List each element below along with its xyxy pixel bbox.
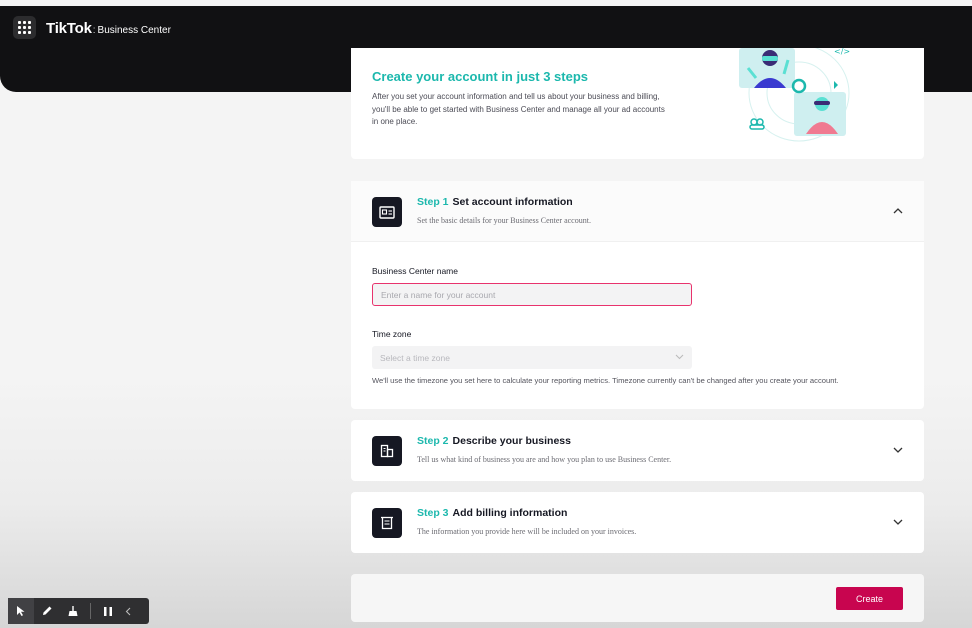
hero-description: After you set your account information a… xyxy=(372,92,665,126)
hero-title: Create your account in just 3 steps xyxy=(372,69,589,84)
chevron-down-icon xyxy=(675,352,684,362)
brand-separator: : xyxy=(92,25,96,36)
timezone-note: We'll use the timezone you set here to c… xyxy=(372,376,839,385)
timezone-select[interactable]: Select a time zone xyxy=(372,346,692,369)
step-1-header[interactable]: Step 1 Set account information Set the ba… xyxy=(351,181,924,242)
cursor-icon[interactable] xyxy=(8,598,34,624)
chevron-down-icon[interactable] xyxy=(891,515,905,529)
svg-text:</>: </> xyxy=(834,48,850,56)
invoice-icon xyxy=(372,508,402,538)
chevron-down-icon[interactable] xyxy=(891,443,905,457)
hero-card: Create your account in just 3 steps Afte… xyxy=(351,48,924,159)
toolbar-divider xyxy=(90,603,91,619)
hero-illustration: </> xyxy=(739,48,850,142)
step-2-number: Step 2 xyxy=(417,435,449,447)
product-name: Business Center xyxy=(97,25,171,36)
step-1-subtitle: Set the basic details for your Business … xyxy=(417,216,591,225)
step-2-card[interactable]: Step 2 Describe your business Tell us wha… xyxy=(351,420,924,481)
step-2-header[interactable]: Step 2 Describe your business Tell us wha… xyxy=(351,420,924,481)
apps-grid-icon[interactable] xyxy=(13,16,36,39)
step-3-title-text: Add billing information xyxy=(452,507,568,519)
step-3-card[interactable]: Step 3 Add billing information The inform… xyxy=(351,492,924,553)
timezone-label: Time zone xyxy=(372,329,412,339)
step-1-title-text: Set account information xyxy=(452,196,573,208)
chevron-up-icon[interactable] xyxy=(891,204,905,218)
brand-logo[interactable]: TikTok : Business Center xyxy=(46,20,171,37)
business-name-input[interactable] xyxy=(372,283,692,306)
id-card-icon xyxy=(372,197,402,227)
tiktok-logo-text: TikTok xyxy=(46,20,92,37)
step-3-title: Step 3 Add billing information xyxy=(417,507,567,519)
pause-icon[interactable] xyxy=(95,598,121,624)
broom-icon[interactable] xyxy=(60,598,86,624)
step-2-subtitle: Tell us what kind of business you are an… xyxy=(417,455,672,464)
step-1-title: Step 1 Set account information xyxy=(417,196,573,208)
step-2-title: Step 2 Describe your business xyxy=(417,435,571,447)
chevron-left-icon[interactable] xyxy=(121,598,135,624)
step-2-title-text: Describe your business xyxy=(452,435,571,447)
step-3-subtitle: The information you provide here will be… xyxy=(417,527,637,536)
timezone-placeholder: Select a time zone xyxy=(380,352,450,363)
step-1-card: Step 1 Set account information Set the ba… xyxy=(351,181,924,409)
step-1-number: Step 1 xyxy=(417,196,449,208)
step-3-header[interactable]: Step 3 Add billing information The inform… xyxy=(351,492,924,553)
annotation-toolbar xyxy=(8,598,149,624)
business-name-label: Business Center name xyxy=(372,266,458,276)
building-icon xyxy=(372,436,402,466)
step-3-number: Step 3 xyxy=(417,507,449,519)
create-button[interactable]: Create xyxy=(836,587,903,610)
pen-icon[interactable] xyxy=(34,598,60,624)
